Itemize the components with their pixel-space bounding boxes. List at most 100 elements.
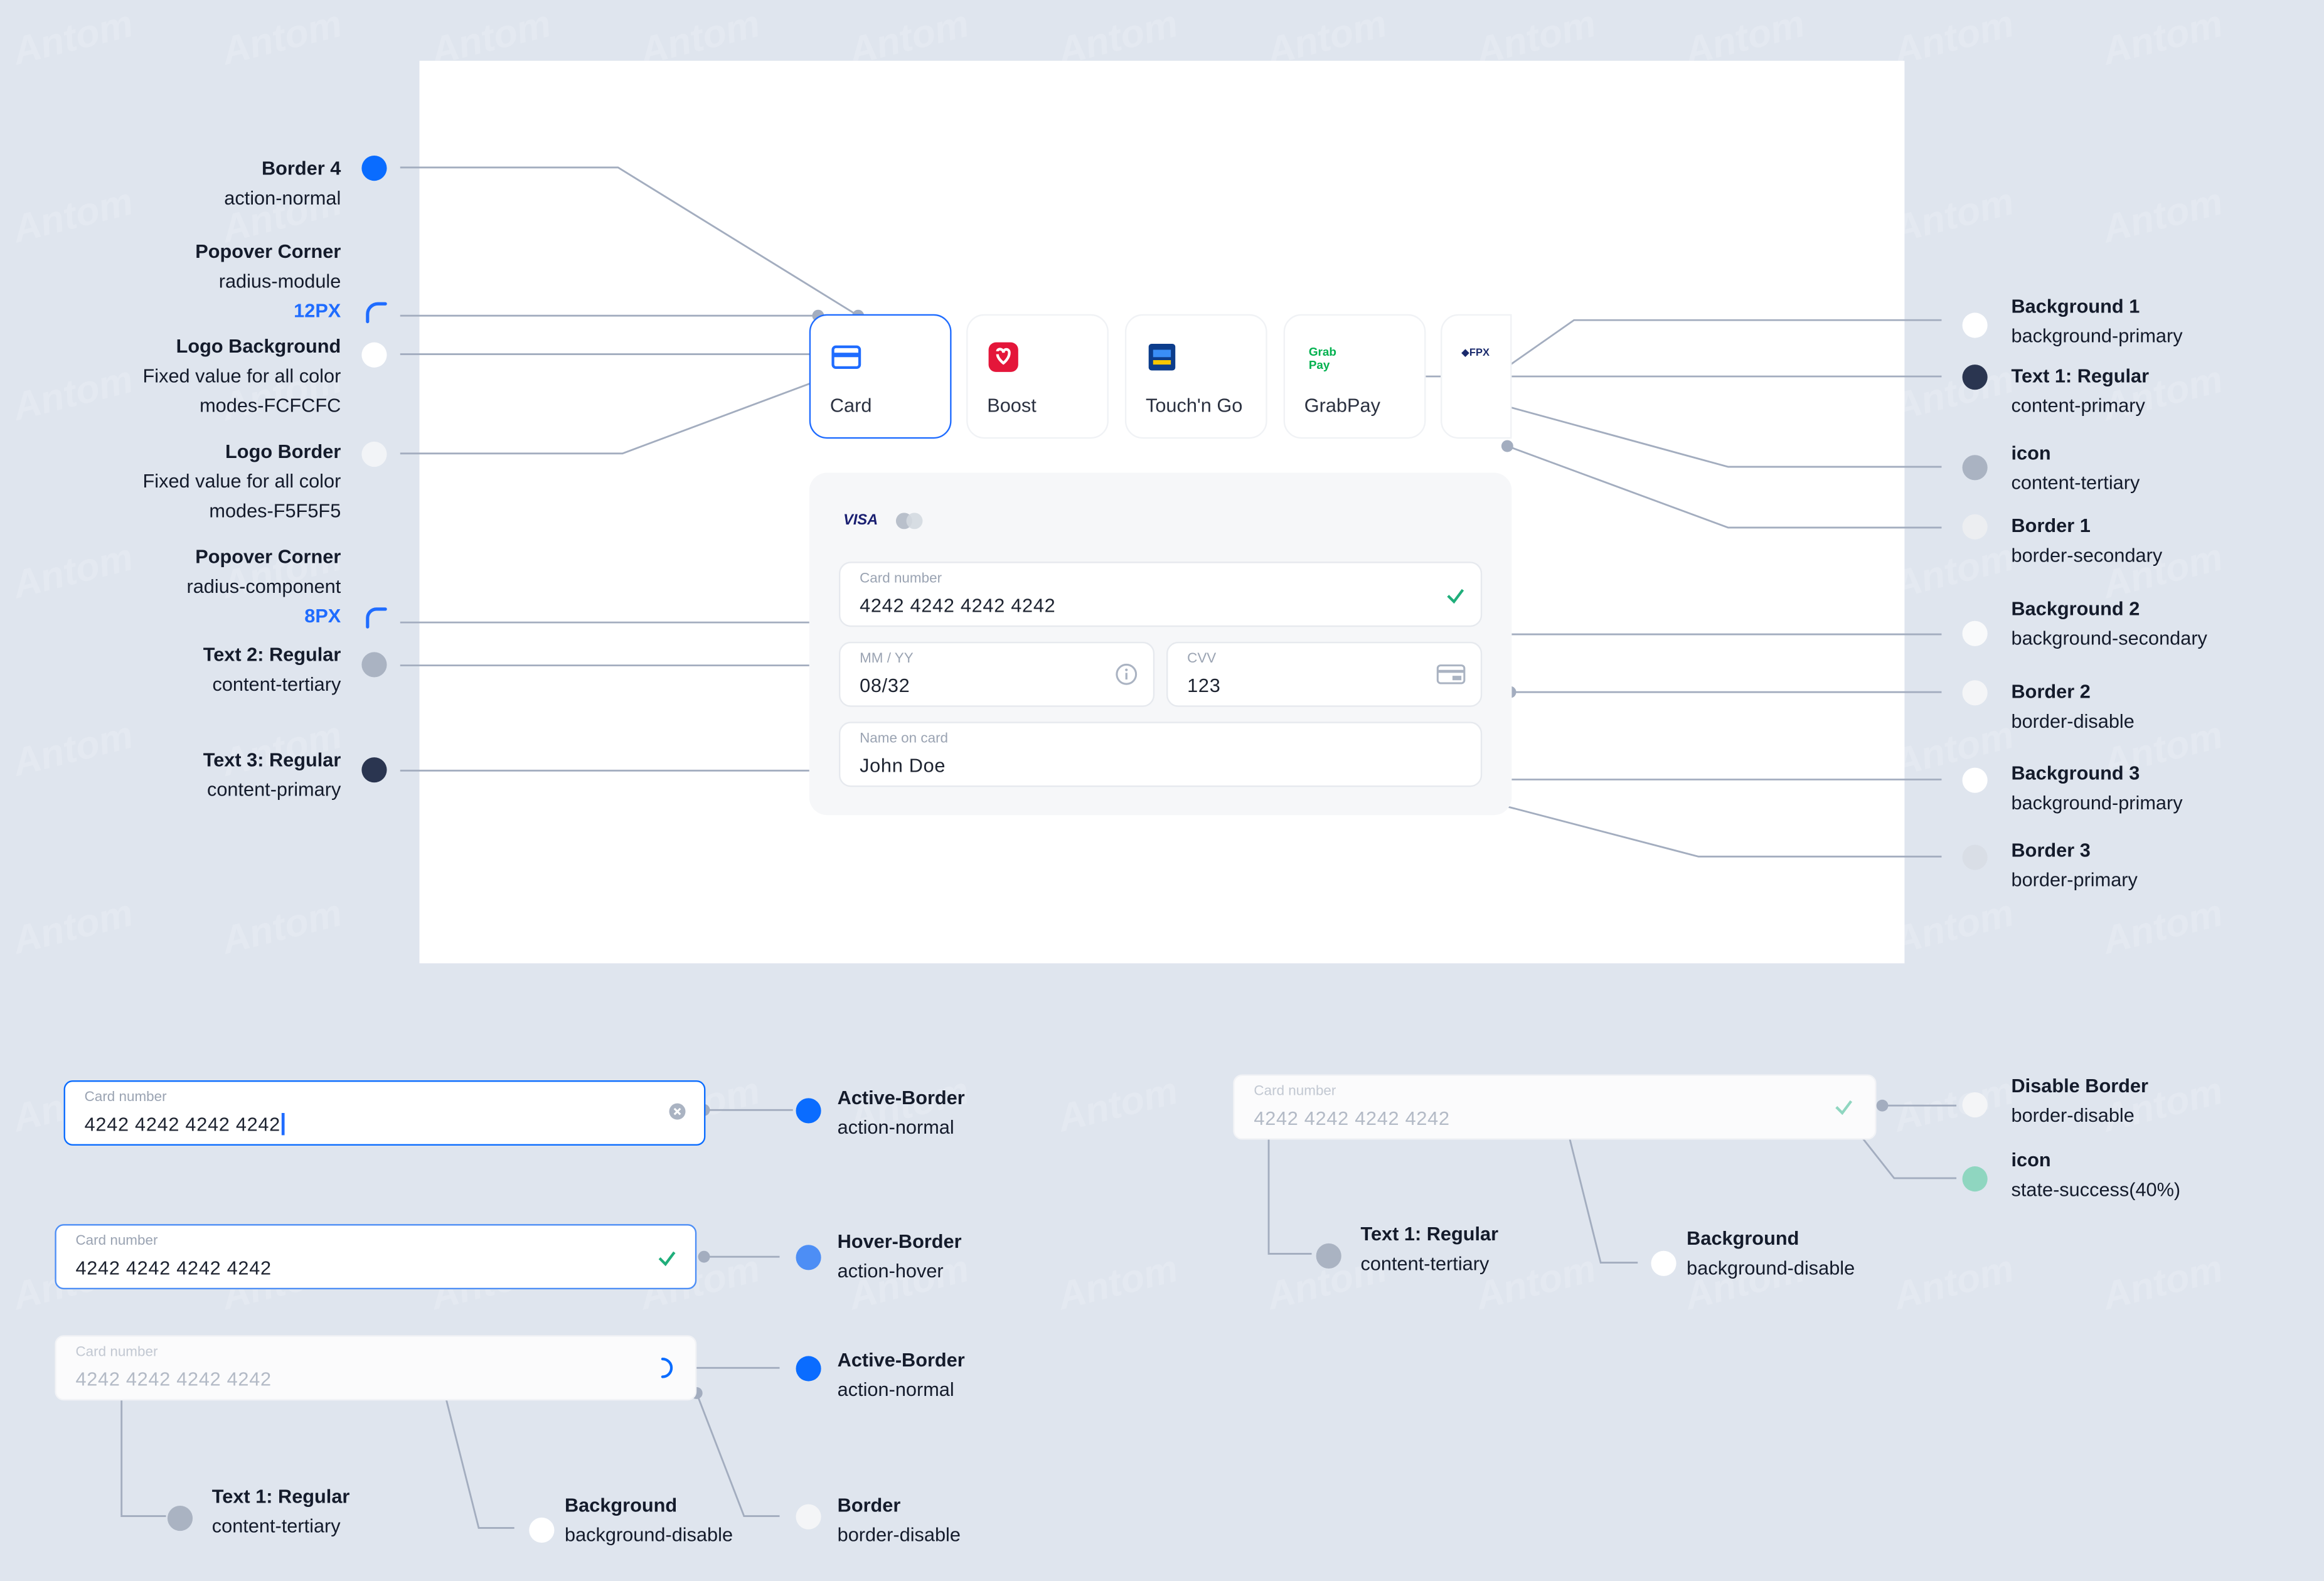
label-loading-border: Border border-disable bbox=[837, 1494, 961, 1546]
cvv-card-icon bbox=[1436, 664, 1466, 684]
cvv-field[interactable]: CVV 123 bbox=[1166, 641, 1483, 707]
label-disabled-background: Background background-disable bbox=[1687, 1227, 1855, 1279]
swatch-loading-background bbox=[529, 1517, 555, 1543]
cvv-label: CVV bbox=[1187, 651, 1217, 667]
tab-fpx[interactable]: ◆FPX bbox=[1441, 314, 1512, 439]
swatch-state-success bbox=[1962, 1166, 1988, 1192]
watermark-text: Antom bbox=[216, 890, 346, 963]
watermark-text: Antom bbox=[1889, 1, 2018, 73]
watermark-text: Antom bbox=[1053, 1067, 1183, 1141]
tab-boost[interactable]: Boost bbox=[966, 314, 1109, 439]
label-disabled-icon: icon state-success(40%) bbox=[2011, 1148, 2181, 1201]
active-field-label: Card number bbox=[84, 1089, 167, 1106]
label-disable-border: Disable Border border-disable bbox=[2011, 1074, 2148, 1127]
label-background-3: Background 3 background-primary bbox=[2011, 762, 2183, 814]
expiry-value: 08/32 bbox=[860, 674, 910, 697]
card-number-field-loading: Card number 4242 4242 4242 4242 bbox=[55, 1335, 697, 1401]
swatch-disabled-text bbox=[1316, 1243, 1341, 1269]
swatch-content-primary bbox=[361, 757, 387, 783]
label-loading-text: Text 1: Regular content-tertiary bbox=[211, 1484, 350, 1537]
watermark-text: Antom bbox=[8, 890, 137, 963]
loading-spinner-icon bbox=[661, 1358, 673, 1378]
watermark-text: Antom bbox=[1053, 1245, 1183, 1319]
card-number-field[interactable]: Card number 4242 4242 4242 4242 bbox=[839, 562, 1483, 627]
card-number-field-active[interactable]: Card number 4242 4242 4242 4242 bbox=[63, 1080, 706, 1146]
swatch-hover-border bbox=[796, 1245, 821, 1270]
watermark-text: Antom bbox=[1889, 712, 2018, 785]
label-active-border-2: Active-Border action-normal bbox=[837, 1348, 965, 1401]
swatch-disable-border bbox=[1962, 1092, 1988, 1118]
tab-boost-label: Boost bbox=[987, 394, 1037, 417]
swatch-disabled-background bbox=[1651, 1250, 1676, 1276]
swatch-border-secondary bbox=[1962, 514, 1988, 540]
name-on-card-field[interactable]: Name on card John Doe bbox=[839, 721, 1483, 787]
watermark-text: Antom bbox=[1889, 1067, 2018, 1141]
swatch-icon-content-tertiary bbox=[1962, 455, 1988, 481]
name-on-card-value: John Doe bbox=[860, 754, 946, 777]
clear-icon[interactable] bbox=[668, 1102, 686, 1120]
hover-field-value: 4242 4242 4242 4242 bbox=[75, 1257, 272, 1279]
label-hover-border: Hover-Border action-hover bbox=[837, 1230, 962, 1282]
hover-field-label: Card number bbox=[75, 1233, 158, 1250]
tab-grabpay[interactable]: Grab Pay GrabPay bbox=[1283, 314, 1426, 439]
card-number-field-hover[interactable]: Card number 4242 4242 4242 4242 bbox=[55, 1224, 697, 1290]
loading-field-value: 4242 4242 4242 4242 bbox=[75, 1368, 272, 1390]
card-number-label: Card number bbox=[860, 570, 942, 587]
swatch-background-primary-3 bbox=[1962, 767, 1988, 793]
grabpay-logo-icon: Grab Pay bbox=[1308, 345, 1336, 372]
tab-card-label: Card bbox=[829, 394, 872, 417]
swatch-loading-text bbox=[167, 1505, 193, 1531]
label-border-3: Border 3 border-primary bbox=[2011, 839, 2138, 891]
watermark-text: Antom bbox=[216, 1, 346, 73]
tab-grabpay-label: GrabPay bbox=[1304, 394, 1380, 417]
label-loading-background: Background background-disable bbox=[564, 1494, 733, 1546]
watermark-text: Antom bbox=[2097, 1, 2227, 73]
label-popover-corner-module: Popover Corner radius-module 12PX bbox=[195, 240, 341, 322]
label-background-1: Background 1 background-primary bbox=[2011, 295, 2183, 347]
label-text-2-regular: Text 2: Regular content-tertiary bbox=[203, 643, 341, 695]
swatch-background-primary bbox=[1962, 312, 1988, 338]
corner-radius-12-icon bbox=[366, 302, 387, 324]
swatch-border-disable bbox=[1962, 680, 1988, 706]
label-logo-background: Logo Background Fixed value for all color… bbox=[142, 334, 341, 417]
label-logo-border: Logo Border Fixed value for all color mode… bbox=[142, 440, 341, 522]
label-active-border: Active-Border action-normal bbox=[837, 1086, 965, 1139]
expiry-field[interactable]: MM / YY 08/32 bbox=[839, 641, 1155, 707]
corner-radius-8-icon bbox=[366, 607, 387, 629]
card-number-field-disabled: Card number 4242 4242 4242 4242 bbox=[1233, 1074, 1877, 1140]
label-background-2: Background 2 background-secondary bbox=[2011, 597, 2207, 649]
disabled-field-value: 4242 4242 4242 4242 bbox=[1254, 1107, 1450, 1129]
swatch-active-border bbox=[796, 1098, 821, 1124]
watermark-text: Antom bbox=[1889, 1245, 2018, 1319]
watermark-text: Antom bbox=[8, 1, 137, 73]
cvv-value: 123 bbox=[1187, 674, 1221, 697]
watermark-text: Antom bbox=[1889, 356, 2018, 429]
card-form: VISA Card number 4242 4242 4242 4242 MM … bbox=[809, 472, 1512, 816]
mastercard-logo-icon bbox=[893, 511, 926, 538]
boost-logo-icon bbox=[988, 342, 1018, 372]
label-border-2: Border 2 border-disable bbox=[2011, 680, 2135, 732]
watermark-text: Antom bbox=[2097, 890, 2227, 963]
swatch-border-primary bbox=[1962, 844, 1988, 870]
expiry-label: MM / YY bbox=[860, 651, 914, 667]
label-popover-corner-component: Popover Corner radius-component 8PX bbox=[186, 545, 341, 627]
swatch-content-tertiary bbox=[361, 652, 387, 678]
swatch-text-1-content-primary bbox=[1962, 365, 1988, 390]
visa-logo: VISA bbox=[843, 513, 878, 530]
label-text-3-regular: Text 3: Regular content-primary bbox=[203, 748, 341, 801]
loading-field-label: Card number bbox=[75, 1344, 158, 1361]
tab-touchngo[interactable]: Touch'n Go bbox=[1124, 314, 1267, 439]
label-disabled-text: Text 1: Regular content-tertiary bbox=[1360, 1222, 1499, 1275]
disabled-field-label: Card number bbox=[1254, 1083, 1336, 1100]
info-icon[interactable] bbox=[1114, 663, 1138, 686]
annotation-canvas: Antom Antom Antom Antom Antom Antom Antom Antom… bbox=[0, 0, 2324, 1581]
name-on-card-label: Name on card bbox=[860, 730, 949, 747]
label-border-1: Border 1 border-secondary bbox=[2011, 514, 2163, 567]
watermark-text: Antom bbox=[1889, 178, 2018, 252]
tab-card[interactable]: Card bbox=[809, 314, 952, 439]
active-field-value: 4242 4242 4242 4242 bbox=[85, 1113, 284, 1136]
swatch-background-secondary bbox=[1962, 620, 1988, 646]
watermark-text: Antom bbox=[1889, 890, 2018, 963]
swatch-action-normal bbox=[361, 156, 387, 181]
swatch-loading-border bbox=[796, 1504, 821, 1530]
